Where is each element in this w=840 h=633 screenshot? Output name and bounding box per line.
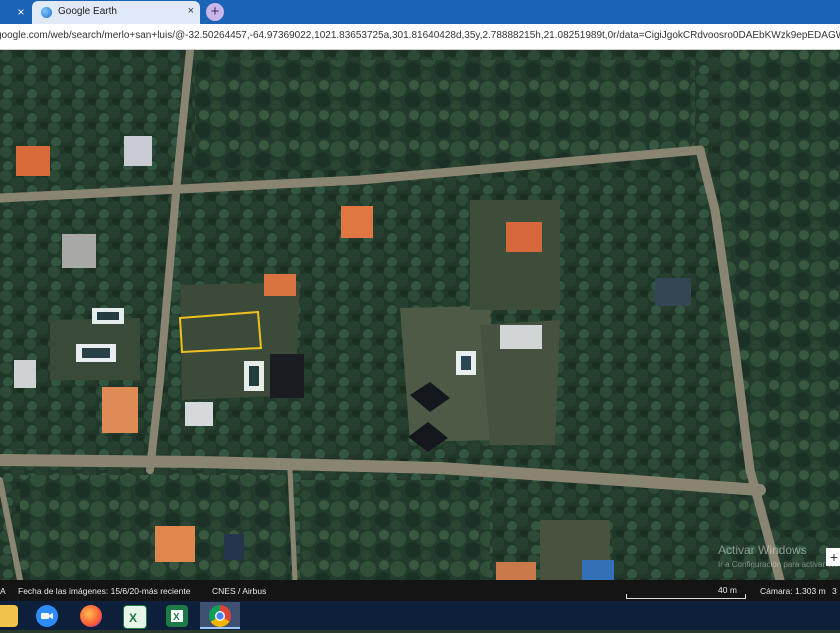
chrome-icon[interactable]: [209, 605, 231, 627]
excel-icon[interactable]: X: [166, 605, 188, 627]
imagery-attribution: CNES / Airbus: [212, 586, 267, 596]
browser-tab-bar: × Google Earth × +: [0, 0, 840, 24]
status-trailing-text: 3: [832, 586, 837, 596]
close-tab-icon[interactable]: ×: [188, 5, 194, 17]
status-edge-text: A: [0, 586, 6, 596]
new-tab-button[interactable]: +: [206, 3, 224, 21]
close-tab-icon[interactable]: ×: [14, 5, 28, 19]
tab-google-earth[interactable]: Google Earth ×: [32, 1, 200, 24]
imagery-date: Fecha de las imágenes: 15/6/20-más recie…: [18, 586, 191, 596]
svg-text:X: X: [129, 611, 137, 625]
svg-text:X: X: [173, 612, 180, 623]
satellite-imagery: [0, 50, 840, 580]
address-bar[interactable]: google.com/web/search/merlo+san+luis/@-3…: [0, 24, 840, 50]
scale-label: 40 m: [718, 585, 737, 595]
url-text[interactable]: google.com/web/search/merlo+san+luis/@-3…: [0, 30, 840, 41]
windows-taskbar: X X: [0, 601, 840, 630]
excel-icon[interactable]: X: [123, 605, 147, 629]
globe-icon: [41, 7, 52, 18]
activate-windows-watermark: Activar Windows: [718, 543, 807, 557]
camera-altitude: Cámara: 1.303 m: [760, 586, 826, 596]
activate-windows-subtext: Ir a Configuración para activar Windows: [718, 560, 840, 569]
firefox-icon[interactable]: [80, 605, 102, 627]
file-explorer-icon[interactable]: [0, 605, 18, 627]
satellite-map[interactable]: +: [0, 50, 840, 580]
tab-title: Google Earth: [58, 6, 117, 17]
map-status-bar: A Fecha de las imágenes: 15/6/20-más rec…: [0, 580, 840, 601]
zoom-icon[interactable]: [36, 605, 58, 627]
